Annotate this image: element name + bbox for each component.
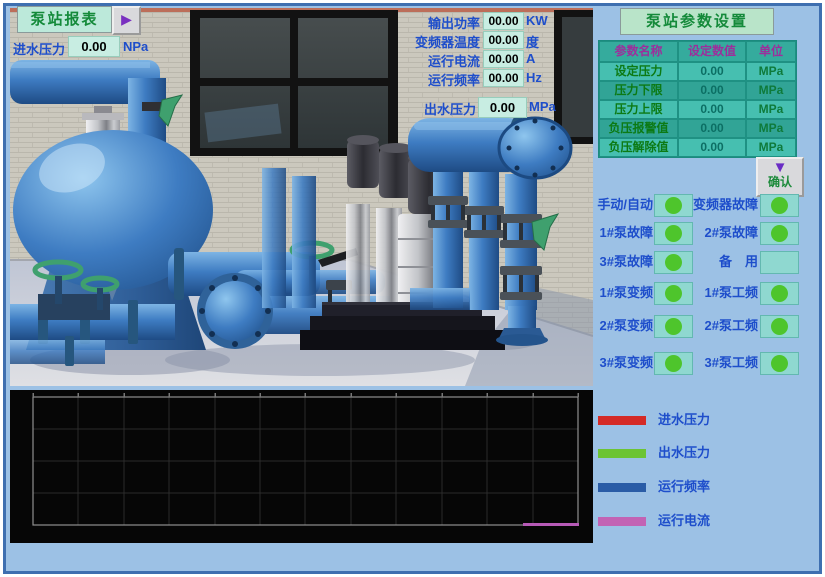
status-dot bbox=[665, 225, 682, 242]
legend-swatch bbox=[598, 416, 646, 425]
pump3-mains-label: 3#泵工频 bbox=[693, 352, 758, 374]
status-dot bbox=[771, 225, 788, 242]
output-power-label: 输出功率 bbox=[360, 13, 480, 32]
legend-label: 出水压力 bbox=[658, 445, 710, 461]
param-value[interactable]: 0.00 bbox=[678, 81, 746, 100]
param-unit: MPa bbox=[746, 100, 796, 119]
param-value[interactable]: 0.00 bbox=[678, 62, 746, 81]
outlet-pressure-label: 出水压力 bbox=[408, 99, 476, 118]
settings-table: 参数名称 设定数值 单位 设定压力 0.00 MPa 压力下限 0.00 MPa… bbox=[598, 40, 797, 158]
pump-station-hmi-screen: 泵站报表 ▶ 进水压力 0.00 NPa 输出功率 00.00 KW 变频器温度… bbox=[0, 0, 825, 577]
output-power-unit: KW bbox=[526, 13, 548, 28]
output-power-value: 00.00 bbox=[483, 12, 524, 30]
param-value[interactable]: 0.00 bbox=[678, 100, 746, 119]
pump3-vfd-label: 3#泵变频 bbox=[593, 352, 653, 374]
legend-swatch bbox=[598, 517, 646, 526]
pump3-fault-label: 3#泵故障 bbox=[593, 251, 653, 273]
run-current-unit: A bbox=[526, 51, 535, 66]
status-dot bbox=[771, 355, 788, 372]
indicator-row: 手动/自动 变频器故障 bbox=[597, 194, 803, 216]
run-frequency-value: 00.00 bbox=[483, 69, 524, 87]
param-unit: MPa bbox=[746, 119, 796, 138]
col-header-value: 设定数值 bbox=[678, 41, 746, 62]
status-dot bbox=[665, 254, 682, 271]
pump3-vfd-lamp bbox=[654, 352, 693, 375]
pump2-mains-label: 2#泵工频 bbox=[693, 315, 758, 337]
inlet-pressure-unit: NPa bbox=[123, 39, 148, 54]
param-name: 设定压力 bbox=[599, 62, 678, 81]
status-dot bbox=[771, 197, 788, 214]
status-dot bbox=[665, 197, 682, 214]
status-dot bbox=[771, 254, 788, 271]
col-header-param: 参数名称 bbox=[599, 41, 678, 62]
spare-label: 备 用 bbox=[693, 251, 758, 273]
current-trace bbox=[523, 523, 579, 526]
pump2-mains-lamp bbox=[760, 315, 799, 338]
manual-auto-lamp bbox=[654, 194, 693, 217]
window-small bbox=[554, 10, 593, 144]
legend-swatch bbox=[598, 483, 646, 492]
param-unit: MPa bbox=[746, 138, 796, 157]
param-name: 压力上限 bbox=[599, 100, 678, 119]
indicator-row: 1#泵故障 2#泵故障 bbox=[597, 222, 803, 244]
param-unit: MPa bbox=[746, 62, 796, 81]
indicator-row: 3#泵变频 3#泵工频 bbox=[597, 352, 803, 374]
confirm-button[interactable]: ▼ 确认 bbox=[756, 157, 804, 197]
pump1-fault-label: 1#泵故障 bbox=[593, 222, 653, 244]
inverter-fault-lamp bbox=[760, 194, 799, 217]
pump3-mains-lamp bbox=[760, 352, 799, 375]
pump1-mains-label: 1#泵工频 bbox=[693, 282, 758, 304]
confirm-arrow-icon: ▼ bbox=[758, 160, 802, 175]
status-dot bbox=[665, 285, 682, 302]
param-name: 负压解除值 bbox=[599, 138, 678, 157]
param-value[interactable]: 0.00 bbox=[678, 138, 746, 157]
inverter-temp-unit: 度 bbox=[526, 32, 539, 51]
report-play-icon[interactable]: ▶ bbox=[112, 6, 141, 35]
trend-chart-grid bbox=[10, 390, 593, 543]
status-dot bbox=[665, 318, 682, 335]
pump3-fault-lamp bbox=[654, 251, 693, 274]
settings-panel-title: 泵站参数设置 bbox=[620, 8, 774, 35]
outlet-pressure-value: 0.00 bbox=[478, 97, 527, 118]
legend-label: 进水压力 bbox=[658, 412, 710, 428]
pump2-vfd-label: 2#泵变频 bbox=[593, 315, 653, 337]
confirm-label: 确认 bbox=[758, 175, 802, 190]
pump1-vfd-label: 1#泵变频 bbox=[593, 282, 653, 304]
param-name: 压力下限 bbox=[599, 81, 678, 100]
run-current-value: 00.00 bbox=[483, 50, 524, 68]
col-header-unit: 单位 bbox=[746, 41, 796, 62]
trend-chart bbox=[10, 390, 593, 543]
manual-auto-label: 手动/自动 bbox=[593, 194, 653, 216]
status-dot bbox=[771, 285, 788, 302]
pump2-vfd-lamp bbox=[654, 315, 693, 338]
indicator-row: 1#泵变频 1#泵工频 bbox=[597, 282, 803, 304]
legend-label: 运行频率 bbox=[658, 479, 710, 495]
inverter-temp-value: 00.00 bbox=[483, 31, 524, 49]
pump1-mains-lamp bbox=[760, 282, 799, 305]
legend-swatch bbox=[598, 449, 646, 458]
indicator-row: 3#泵故障 备 用 bbox=[597, 251, 803, 273]
param-unit: MPa bbox=[746, 81, 796, 100]
param-name: 负压报警值 bbox=[599, 119, 678, 138]
status-dot bbox=[771, 318, 788, 335]
run-current-label: 运行电流 bbox=[360, 51, 480, 70]
status-dot bbox=[665, 355, 682, 372]
pump2-fault-label: 2#泵故障 bbox=[693, 222, 758, 244]
spare-lamp bbox=[760, 251, 799, 274]
inverter-temp-label: 变频器温度 bbox=[360, 32, 480, 51]
inverter-fault-label: 变频器故障 bbox=[693, 194, 758, 216]
inlet-pressure-value: 0.00 bbox=[68, 36, 120, 57]
run-frequency-label: 运行频率 bbox=[360, 70, 480, 89]
pump1-fault-lamp bbox=[654, 222, 693, 245]
legend-label: 运行电流 bbox=[658, 513, 710, 529]
pump1-vfd-lamp bbox=[654, 282, 693, 305]
param-value[interactable]: 0.00 bbox=[678, 119, 746, 138]
outlet-pressure-unit: MPa bbox=[529, 99, 556, 114]
inlet-pressure-label: 进水压力 bbox=[13, 39, 65, 58]
report-button[interactable]: 泵站报表 bbox=[17, 6, 112, 33]
pump2-fault-lamp bbox=[760, 222, 799, 245]
run-frequency-unit: Hz bbox=[526, 70, 542, 85]
indicator-row: 2#泵变频 2#泵工频 bbox=[597, 315, 803, 337]
